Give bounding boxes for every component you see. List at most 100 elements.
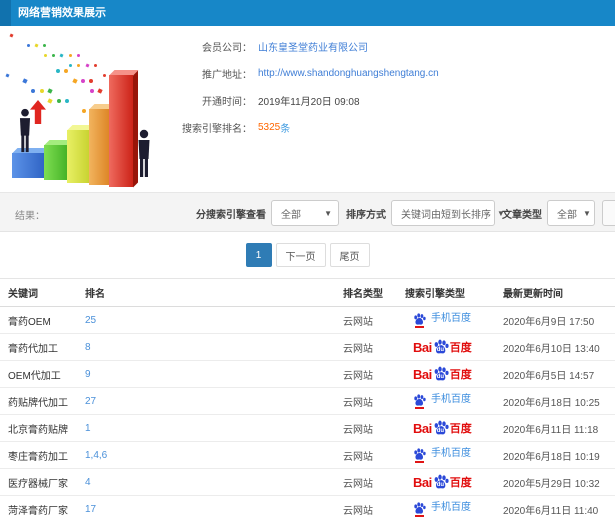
engine-filter-value: 全部 bbox=[281, 209, 301, 221]
rank-count-value: 5325 bbox=[258, 122, 281, 133]
marketing-chart-illustration bbox=[0, 30, 195, 190]
baidu-paw-icon bbox=[413, 447, 426, 463]
chevron-down-icon: ▼ bbox=[324, 208, 332, 218]
keyword-cell: 药贴牌代加工 bbox=[0, 387, 85, 415]
rank-cell: 9 bbox=[85, 360, 343, 388]
next-page-button[interactable]: 下一页 bbox=[275, 243, 326, 267]
baidu-pc-logo: Bai du 百度 bbox=[413, 420, 472, 435]
engine-cell: 手机百度 bbox=[405, 387, 503, 415]
article-type-value: 全部 bbox=[557, 209, 577, 221]
info-row-url: 推广地址： http://www.shandonghuangshengtang.… bbox=[180, 61, 610, 86]
businessman-figure-left bbox=[14, 108, 36, 154]
baidu-paw-icon bbox=[413, 501, 426, 517]
baidu-du-text: du bbox=[436, 374, 445, 380]
engine-filter-select[interactable]: 全部 ▼ bbox=[271, 200, 339, 226]
baidu-baidu-text: 百度 bbox=[449, 369, 472, 381]
filter-controls: 分搜索引擎查看 全部 ▼ 排序方式 关键词由短到长排序 ▼ 文章类型 全部 ▼ … bbox=[196, 200, 615, 226]
confetti-dot bbox=[68, 54, 72, 57]
confetti-dot bbox=[56, 99, 61, 103]
baidu-du-text: du bbox=[436, 482, 445, 488]
rank-type-cell: 云网站 bbox=[343, 333, 405, 361]
baidu-du-text: du bbox=[436, 347, 445, 353]
baidu-paw-icon bbox=[413, 312, 426, 328]
baidu-baidu-text: 百度 bbox=[449, 423, 472, 435]
company-link[interactable]: 山东皇圣堂药业有限公司 bbox=[258, 39, 368, 54]
table-row: OEM代加工 9 云网站 Bai du 百度 2020年6月5日 14:57 bbox=[0, 360, 615, 388]
info-row-company: 会员公司： 山东皇圣堂药业有限公司 bbox=[180, 34, 610, 59]
keyword-cell: 北京膏药贴牌 bbox=[0, 414, 85, 442]
title-bar: 网络营销效果展示 bbox=[0, 0, 615, 26]
engine-cell: 手机百度 bbox=[405, 441, 503, 469]
baidu-mobile-label: 手机百度 bbox=[431, 501, 471, 513]
confetti-dot bbox=[90, 89, 94, 93]
promo-url-label: 推广地址： bbox=[202, 70, 252, 81]
updated-cell: 2020年6月11日 11:18 bbox=[503, 414, 615, 442]
baidu-pc-logo: Bai du 百度 bbox=[413, 366, 472, 381]
confetti-dot bbox=[9, 33, 14, 38]
confetti-dot bbox=[97, 88, 103, 94]
engine-cell: Bai du 百度 bbox=[405, 414, 503, 442]
updated-cell: 2020年6月18日 10:19 bbox=[503, 441, 615, 469]
table-row: 北京膏药贴牌 1 云网站 Bai du 百度 2020年6月11日 11:18 bbox=[0, 414, 615, 442]
baidu-mobile-label: 手机百度 bbox=[431, 393, 471, 405]
table-row: 膏药OEM 25 云网站 手机百度 2020年6月9日 17:50 bbox=[0, 306, 615, 334]
baidu-mobile-logo: 手机百度 bbox=[413, 393, 471, 409]
baidu-red-underline bbox=[415, 460, 424, 463]
confetti-dot bbox=[31, 89, 36, 93]
confetti-dot bbox=[69, 64, 73, 67]
rank-link[interactable]: 9 bbox=[85, 369, 91, 380]
keyword-cell: 膏药代加工 bbox=[0, 333, 85, 361]
last-page-button[interactable]: 尾页 bbox=[329, 243, 370, 267]
open-time-value: 2019年11月20日 09:08 bbox=[258, 97, 360, 108]
rank-link[interactable]: 1,4,6 bbox=[85, 450, 107, 461]
updated-cell: 2020年6月5日 14:57 bbox=[503, 360, 615, 388]
updated-cell: 2020年5月29日 10:32 bbox=[503, 468, 615, 496]
baidu-mobile-logo: 手机百度 bbox=[413, 447, 471, 463]
engine-cell: Bai du 百度 bbox=[405, 360, 503, 388]
rank-link[interactable]: 17 bbox=[85, 504, 96, 515]
confetti-dot bbox=[102, 74, 106, 77]
article-type-select[interactable]: 全部 ▼ bbox=[547, 200, 595, 226]
engine-filter-label: 分搜索引擎查看 bbox=[196, 209, 266, 221]
col-header-rank: 排名 bbox=[85, 278, 343, 307]
promo-url-link[interactable]: http://www.shandonghuangshengtang.cn bbox=[258, 68, 439, 79]
rank-type-cell: 云网站 bbox=[343, 468, 405, 496]
baidu-bai-text: Bai bbox=[413, 340, 432, 355]
table-row: 枣庄膏药加工 1,4,6 云网站 手机百度 2020年6月18日 10:19 bbox=[0, 441, 615, 469]
rank-type-cell: 云网站 bbox=[343, 306, 405, 334]
confetti-dot bbox=[81, 109, 86, 113]
baidu-mobile-logo: 手机百度 bbox=[413, 501, 471, 517]
confetti-dot bbox=[27, 44, 30, 47]
page-button-current[interactable]: 1 bbox=[245, 243, 272, 267]
page-title: 网络营销效果展示 bbox=[18, 7, 106, 19]
baidu-bai-text: Bai bbox=[413, 421, 432, 436]
rank-link[interactable]: 8 bbox=[85, 342, 91, 353]
keyword-cell: 医疗器械厂家 bbox=[0, 468, 85, 496]
info-row-rank-count: 搜索引擎排名： 5325 条 bbox=[180, 115, 610, 140]
baidu-paw-icon: du bbox=[433, 366, 449, 381]
confetti-dot bbox=[47, 98, 54, 104]
rank-link[interactable]: 1 bbox=[85, 423, 91, 434]
col-header-keyword: 关键词 bbox=[0, 278, 85, 307]
pagination: 1 下一页 尾页 bbox=[0, 232, 615, 278]
baidu-bai-text: Bai bbox=[413, 475, 432, 490]
table-row: 医疗器械厂家 4 云网站 Bai du 百度 2020年5月29日 10:32 bbox=[0, 468, 615, 496]
rank-count-unit: 条 bbox=[280, 124, 291, 135]
sort-filter-select[interactable]: 关键词由短到长排序 ▼ bbox=[391, 200, 505, 226]
rank-link[interactable]: 25 bbox=[85, 315, 96, 326]
rank-cell: 1,4,6 bbox=[85, 441, 343, 469]
rank-type-cell: 云网站 bbox=[343, 387, 405, 415]
submit-button[interactable]: 提交 bbox=[602, 200, 615, 226]
member-info-panel: 会员公司： 山东皇圣堂药业有限公司 推广地址： http://www.shand… bbox=[180, 34, 610, 142]
rank-cell: 1 bbox=[85, 414, 343, 442]
updated-cell: 2020年6月18日 10:25 bbox=[503, 387, 615, 415]
confetti-dot bbox=[89, 79, 94, 83]
rank-link[interactable]: 27 bbox=[85, 396, 96, 407]
rank-type-cell: 云网站 bbox=[343, 360, 405, 388]
baidu-baidu-text: 百度 bbox=[449, 477, 472, 489]
baidu-pc-logo: Bai du 百度 bbox=[413, 474, 472, 489]
baidu-red-underline bbox=[415, 406, 424, 409]
sort-filter-label: 排序方式 bbox=[346, 209, 386, 221]
confetti-dot bbox=[64, 69, 69, 73]
rank-link[interactable]: 4 bbox=[85, 477, 91, 488]
